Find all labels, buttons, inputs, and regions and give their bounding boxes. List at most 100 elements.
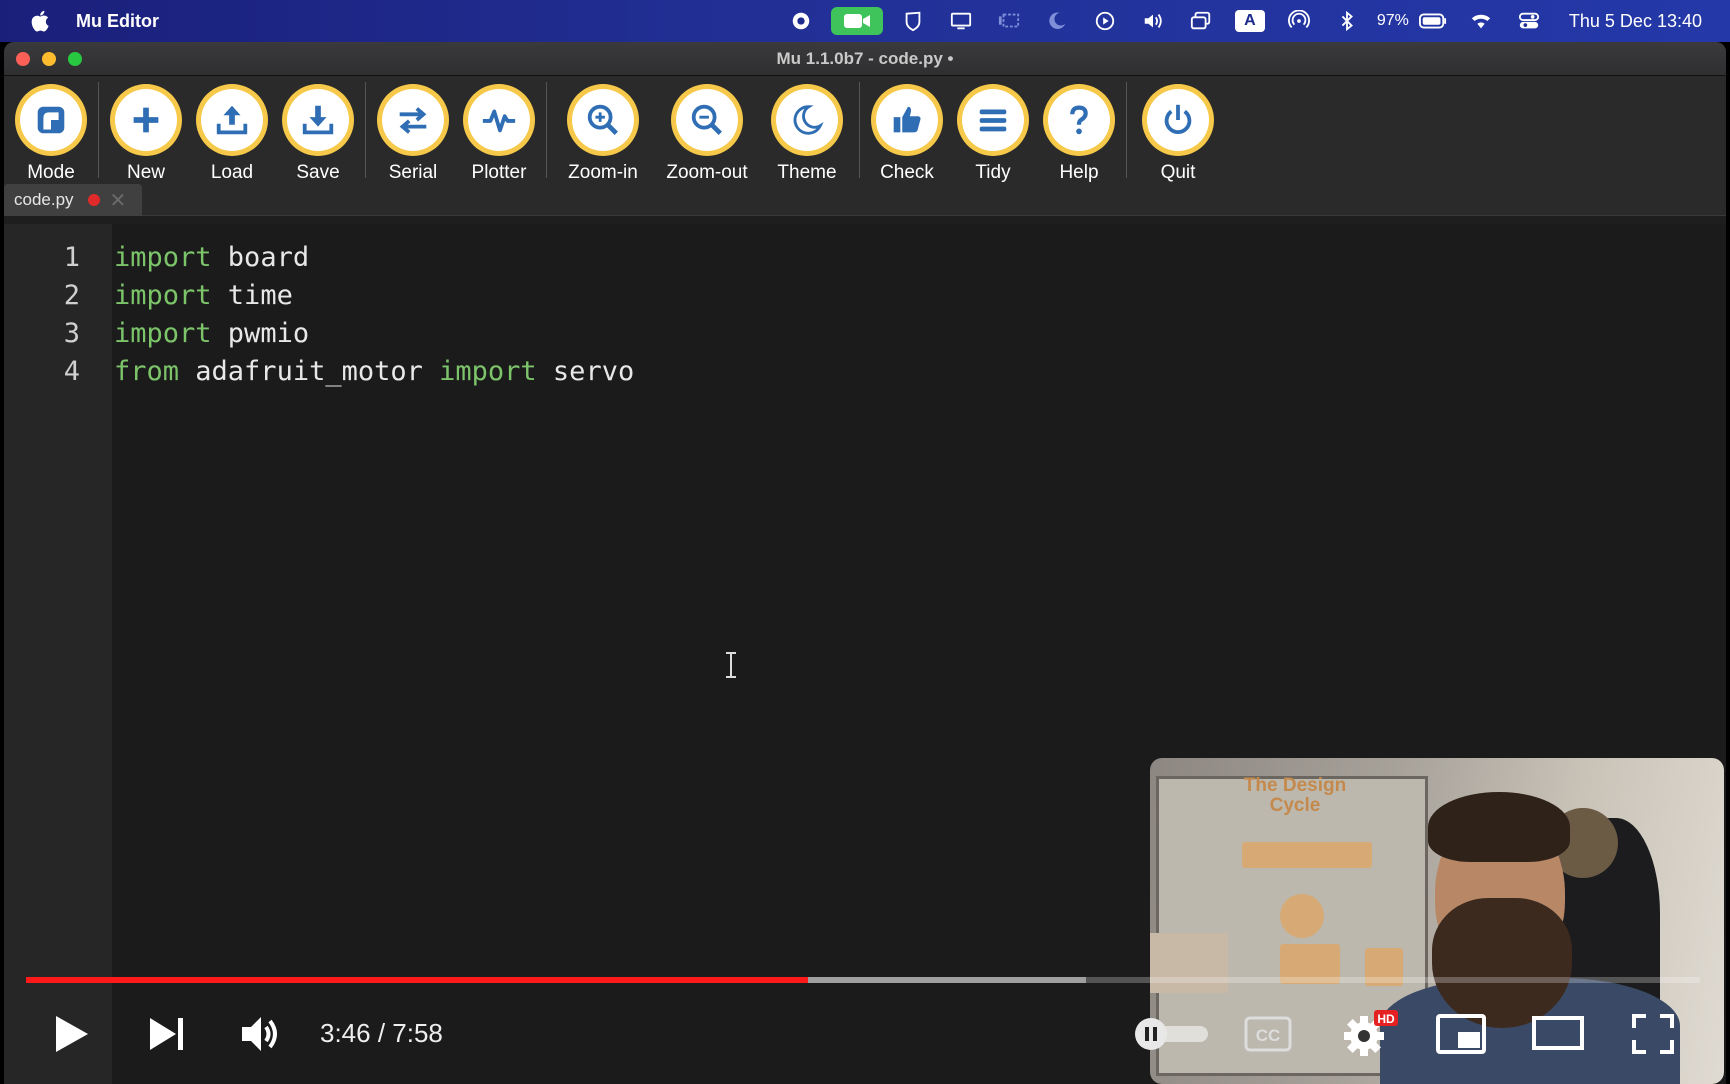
camera-icon[interactable] — [830, 7, 883, 35]
apple-icon[interactable] — [28, 8, 54, 34]
control-center-icon[interactable] — [1515, 9, 1543, 33]
video-time: 3:46 / 7:58 — [320, 1018, 443, 1048]
menu-bar: Mu Editor A 97% Thu 5 Dec 13:40 — [0, 0, 1730, 42]
window-title: Mu 1.1.0b7 - code.py • — [776, 48, 954, 68]
save-button[interactable]: Save — [275, 76, 361, 184]
keyword: from — [114, 356, 180, 387]
play-circle-icon[interactable] — [1091, 9, 1119, 33]
mode-icon — [37, 106, 65, 134]
keyword: import — [114, 318, 212, 349]
plotter-button[interactable]: Plotter — [456, 76, 542, 184]
load-label: Load — [210, 162, 254, 183]
gear-icon: HD — [1344, 1010, 1398, 1056]
quit-button[interactable]: Quit — [1131, 76, 1225, 184]
close-window-button[interactable] — [16, 52, 30, 66]
mode-button[interactable]: Mode — [8, 76, 94, 184]
autoplay-toggle[interactable] — [1132, 1017, 1216, 1051]
load-button[interactable]: Load — [189, 76, 275, 184]
code-text: pwmio — [211, 318, 310, 349]
code-line[interactable]: from adafruit_motor import servo — [114, 356, 634, 387]
serial-button[interactable]: Serial — [370, 76, 456, 184]
photo-prints — [1150, 933, 1228, 993]
line-number-gutter — [4, 224, 112, 1084]
new-label: New — [126, 162, 165, 183]
download-icon — [302, 105, 334, 135]
plotter-label: Plotter — [471, 162, 527, 183]
theater-mode-button[interactable] — [1532, 1016, 1584, 1050]
code-line[interactable]: import board — [114, 242, 309, 273]
lines-icon — [979, 109, 1007, 132]
upload-icon — [216, 105, 248, 135]
play-button[interactable] — [54, 1014, 90, 1054]
volume-button[interactable] — [240, 1014, 284, 1054]
status-tray: A 97% Thu 5 Dec 13:40 — [777, 0, 1702, 42]
code-text: time — [211, 280, 293, 311]
screen-mirror-icon[interactable] — [1187, 9, 1215, 33]
thumbs-up-icon — [893, 106, 921, 133]
battery-icon[interactable] — [1418, 9, 1447, 33]
plus-icon — [133, 107, 159, 133]
code-text: board — [211, 242, 310, 273]
presenter-hair — [1428, 792, 1570, 862]
toolbar-divider — [98, 82, 99, 178]
video-progress-bar[interactable] — [26, 977, 1700, 983]
close-tab-icon[interactable]: ✕ — [110, 188, 127, 213]
zoom-in-button[interactable]: Zoom-in — [551, 76, 655, 184]
wifi-icon[interactable] — [1467, 9, 1495, 33]
cc-text: CC — [1256, 1026, 1281, 1045]
zoom-window-button[interactable] — [68, 52, 82, 66]
stage-manager-icon[interactable] — [995, 9, 1023, 33]
question-icon — [1070, 105, 1088, 135]
captions-button[interactable]: CC — [1244, 1016, 1292, 1052]
display-icon[interactable] — [947, 9, 975, 33]
minimize-window-button[interactable] — [42, 52, 56, 66]
app-menu-name[interactable]: Mu Editor — [76, 11, 159, 32]
fullscreen-button[interactable] — [1632, 1014, 1674, 1054]
volume-icon[interactable] — [1139, 9, 1167, 33]
miniplayer-icon — [1436, 1014, 1486, 1054]
keyword: import — [114, 280, 212, 311]
window-titlebar[interactable]: Mu 1.1.0b7 - code.py • — [4, 42, 1726, 76]
code-line[interactable]: import pwmio — [114, 318, 309, 349]
quit-label: Quit — [1160, 162, 1196, 183]
new-button[interactable]: New — [103, 76, 189, 184]
bluetooth-icon[interactable] — [1333, 9, 1361, 33]
record-icon[interactable] — [787, 9, 815, 33]
settings-button[interactable]: HD — [1342, 1008, 1400, 1058]
tab-code-py[interactable]: code.py ✕ — [4, 184, 142, 216]
line-number: 1 — [63, 242, 80, 273]
theme-button[interactable]: Theme — [759, 76, 855, 184]
captions-icon: CC — [1244, 1016, 1292, 1052]
theme-label: Theme — [777, 162, 837, 183]
check-button[interactable]: Check — [864, 76, 950, 184]
zoom-in-label: Zoom-in — [568, 162, 638, 183]
zoom-out-button[interactable]: Zoom-out — [655, 76, 759, 184]
line-number: 3 — [63, 318, 80, 349]
keyword: import — [439, 356, 537, 387]
menubar-clock[interactable]: Thu 5 Dec 13:40 — [1569, 11, 1702, 32]
check-label: Check — [880, 162, 934, 183]
save-label: Save — [296, 162, 340, 183]
code-text: adafruit_motor — [179, 356, 440, 387]
airdrop-icon[interactable] — [1285, 9, 1313, 33]
next-button[interactable] — [148, 1016, 186, 1052]
input-source-indicator[interactable]: A — [1234, 10, 1265, 32]
board-card — [1242, 842, 1372, 868]
help-button[interactable]: Help — [1036, 76, 1122, 184]
focus-moon-icon[interactable] — [1043, 9, 1071, 33]
toolbar-divider — [365, 82, 366, 178]
miniplayer-button[interactable] — [1436, 1014, 1486, 1054]
code-line[interactable]: import time — [114, 280, 293, 311]
arrows-icon — [399, 107, 427, 134]
tidy-button[interactable]: Tidy — [950, 76, 1036, 184]
power-icon — [1164, 104, 1192, 134]
shield-icon[interactable] — [899, 9, 927, 33]
battery-percent: 97% — [1376, 12, 1409, 29]
toolbar-divider — [859, 82, 860, 178]
window-controls — [16, 52, 82, 66]
line-number: 4 — [63, 356, 80, 387]
toolbar-divider — [546, 82, 547, 178]
presenter-beard — [1432, 898, 1572, 1028]
moon-icon — [793, 105, 824, 135]
help-label: Help — [1059, 162, 1099, 183]
